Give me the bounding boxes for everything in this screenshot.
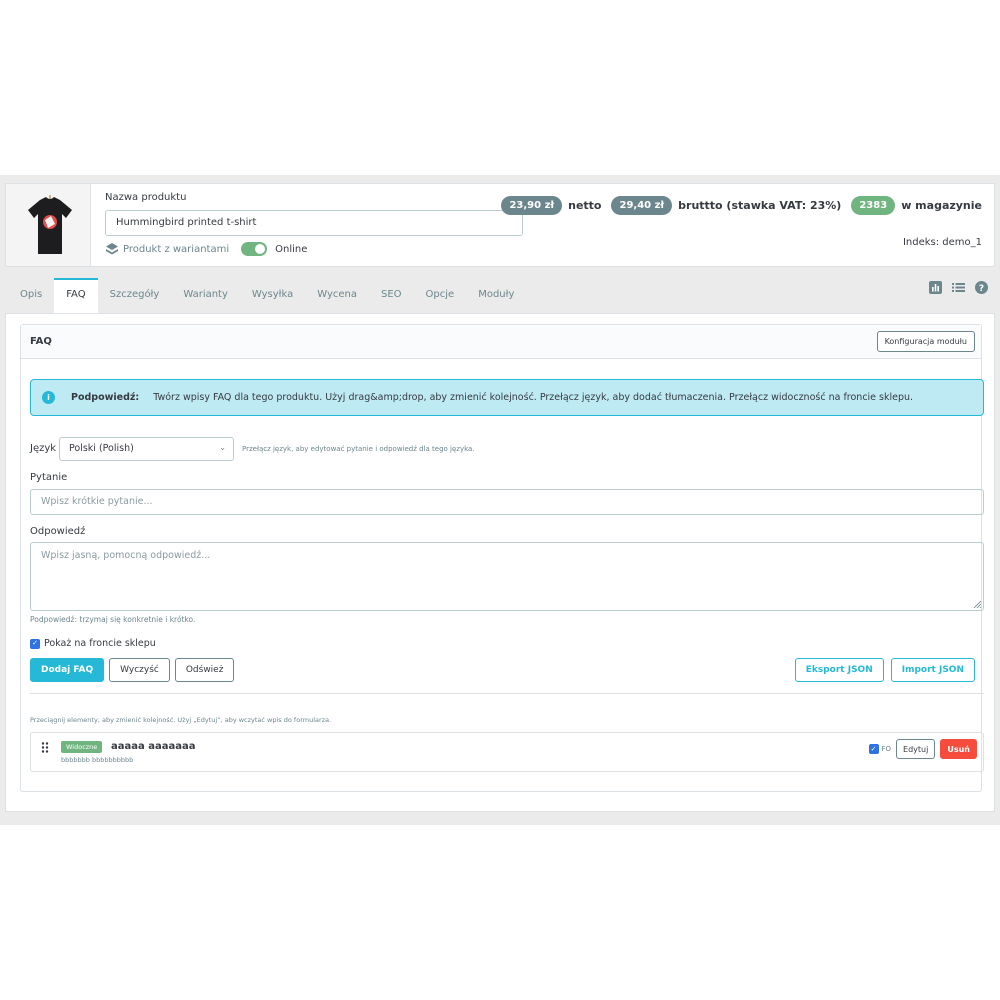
refresh-button[interactable]: Odśwież	[174, 658, 235, 682]
form-actions: Dodaj FAQ Wyczyść Odśwież	[30, 658, 235, 682]
alert-text: Twórz wpisy FAQ dla tego produktu. Użyj …	[153, 392, 914, 403]
edit-button[interactable]: Edytuj	[896, 739, 936, 759]
faq-panel-title: FAQ	[30, 336, 52, 347]
show-front-row: ✓ Pokaż na froncie sklepu	[30, 638, 156, 649]
price-net-badge: 23,90 zł	[501, 196, 563, 215]
fo-label: FO	[881, 745, 892, 753]
layers-icon	[106, 243, 118, 255]
add-faq-button[interactable]: Dodaj FAQ	[30, 658, 105, 682]
tab-szczegoly[interactable]: Szczegóły	[98, 278, 172, 314]
show-front-checkbox[interactable]: ✓	[30, 638, 40, 649]
answer-textarea[interactable]: Wpisz jasną, pomocną odpowiedź...	[30, 542, 984, 611]
tab-opcje[interactable]: Opcje	[414, 278, 467, 314]
product-tabs: Opis FAQ Szczegóły Warianty Wysyłka Wyce…	[8, 278, 526, 314]
answer-label: Odpowiedź	[30, 526, 86, 537]
divider	[30, 693, 984, 694]
answer-placeholder: Wpisz jasną, pomocną odpowiedź...	[41, 550, 211, 561]
tab-opis[interactable]: Opis	[8, 278, 54, 314]
product-header: Nazwa produktu Hummingbird printed t-shi…	[5, 183, 995, 267]
product-name-input[interactable]: Hummingbird printed t-shirt	[105, 210, 523, 236]
faq-item-actions: ✓ FO Edytuj Usuń	[868, 739, 977, 759]
online-label: Online	[275, 243, 308, 255]
price-gross-badge: 29,40 zł	[611, 196, 673, 215]
show-front-label: Pokaż na froncie sklepu	[44, 638, 156, 649]
bar-chart-icon[interactable]	[929, 281, 942, 294]
stock-badge: 2383	[851, 196, 896, 215]
language-hint: Przełącz język, aby edytować pytanie i o…	[242, 445, 475, 453]
product-name-label: Nazwa produktu	[105, 192, 187, 203]
clear-button[interactable]: Wyczyść	[109, 658, 170, 682]
export-json-button[interactable]: Eksport JSON	[794, 658, 884, 682]
tshirt-image	[28, 195, 72, 254]
faq-tab-content: FAQ Konfiguracja modułu i Podpowiedź: Tw…	[5, 313, 995, 812]
tab-faq[interactable]: FAQ	[54, 278, 98, 314]
price-summary: 23,90 zł netto 29,40 zł bruttto (stawka …	[501, 196, 982, 215]
tab-warianty[interactable]: Warianty	[171, 278, 240, 314]
alert-title: Podpowiedź:	[71, 392, 140, 403]
chevron-down-icon: ⌄	[219, 443, 226, 452]
json-actions: Eksport JSON Import JSON	[794, 658, 975, 682]
module-config-button[interactable]: Konfiguracja modułu	[876, 331, 975, 352]
stock-label: w magazynie	[901, 199, 982, 212]
visibility-badge: Widoczne	[61, 741, 103, 753]
variants-label: Produkt z wariantami	[123, 243, 230, 255]
gross-label: bruttto (stawka VAT: 23%)	[678, 199, 842, 212]
svg-text:?: ?	[979, 284, 984, 294]
faq-item-answer: bbbbbbb bbbbbbbbbb	[61, 756, 134, 764]
resize-handle-icon[interactable]	[973, 600, 981, 608]
online-toggle[interactable]	[241, 242, 268, 256]
product-index: Indeks: demo_1	[902, 237, 982, 248]
faq-panel: FAQ Konfiguracja modułu i Podpowiedź: Tw…	[20, 324, 984, 792]
faq-item-question: aaaaa aaaaaaa	[111, 741, 196, 752]
question-input[interactable]: Wpisz krótkie pytanie...	[30, 489, 984, 515]
language-select-value: Polski (Polish)	[69, 443, 134, 454]
info-icon: i	[42, 391, 55, 404]
tab-moduly[interactable]: Moduły	[466, 278, 526, 314]
import-json-button[interactable]: Import JSON	[890, 658, 975, 682]
drag-handle-icon[interactable]	[41, 742, 49, 753]
product-thumbnail[interactable]	[6, 184, 91, 266]
list-hint: Przeciągnij elementy, aby zmienić kolejn…	[30, 716, 332, 724]
fo-checkbox[interactable]: ✓	[868, 744, 879, 754]
tab-wycena[interactable]: Wycena	[305, 278, 369, 314]
variants-row: Produkt z wariantami Online	[105, 242, 307, 256]
list-icon[interactable]	[952, 281, 965, 294]
net-label: netto	[568, 199, 602, 212]
faq-panel-header: FAQ Konfiguracja modułu	[21, 325, 981, 359]
info-alert: i Podpowiedź: Twórz wpisy FAQ dla tego p…	[30, 379, 984, 416]
delete-button[interactable]: Usuń	[940, 739, 977, 759]
header-tools: ?	[929, 281, 988, 294]
faq-list-item[interactable]: Widoczne aaaaa aaaaaaa bbbbbbb bbbbbbbbb…	[30, 732, 984, 772]
language-select[interactable]: Polski (Polish) ⌄	[59, 437, 234, 461]
tab-seo[interactable]: SEO	[369, 278, 414, 314]
language-label: Język	[30, 443, 57, 454]
question-label: Pytanie	[30, 472, 68, 483]
tab-wysylka[interactable]: Wysyłka	[240, 278, 305, 314]
help-icon[interactable]: ?	[975, 281, 988, 294]
answer-hint: Podpowiedź: trzymaj się konkretnie i kró…	[30, 615, 196, 624]
fo-toggle: ✓ FO	[868, 744, 892, 754]
